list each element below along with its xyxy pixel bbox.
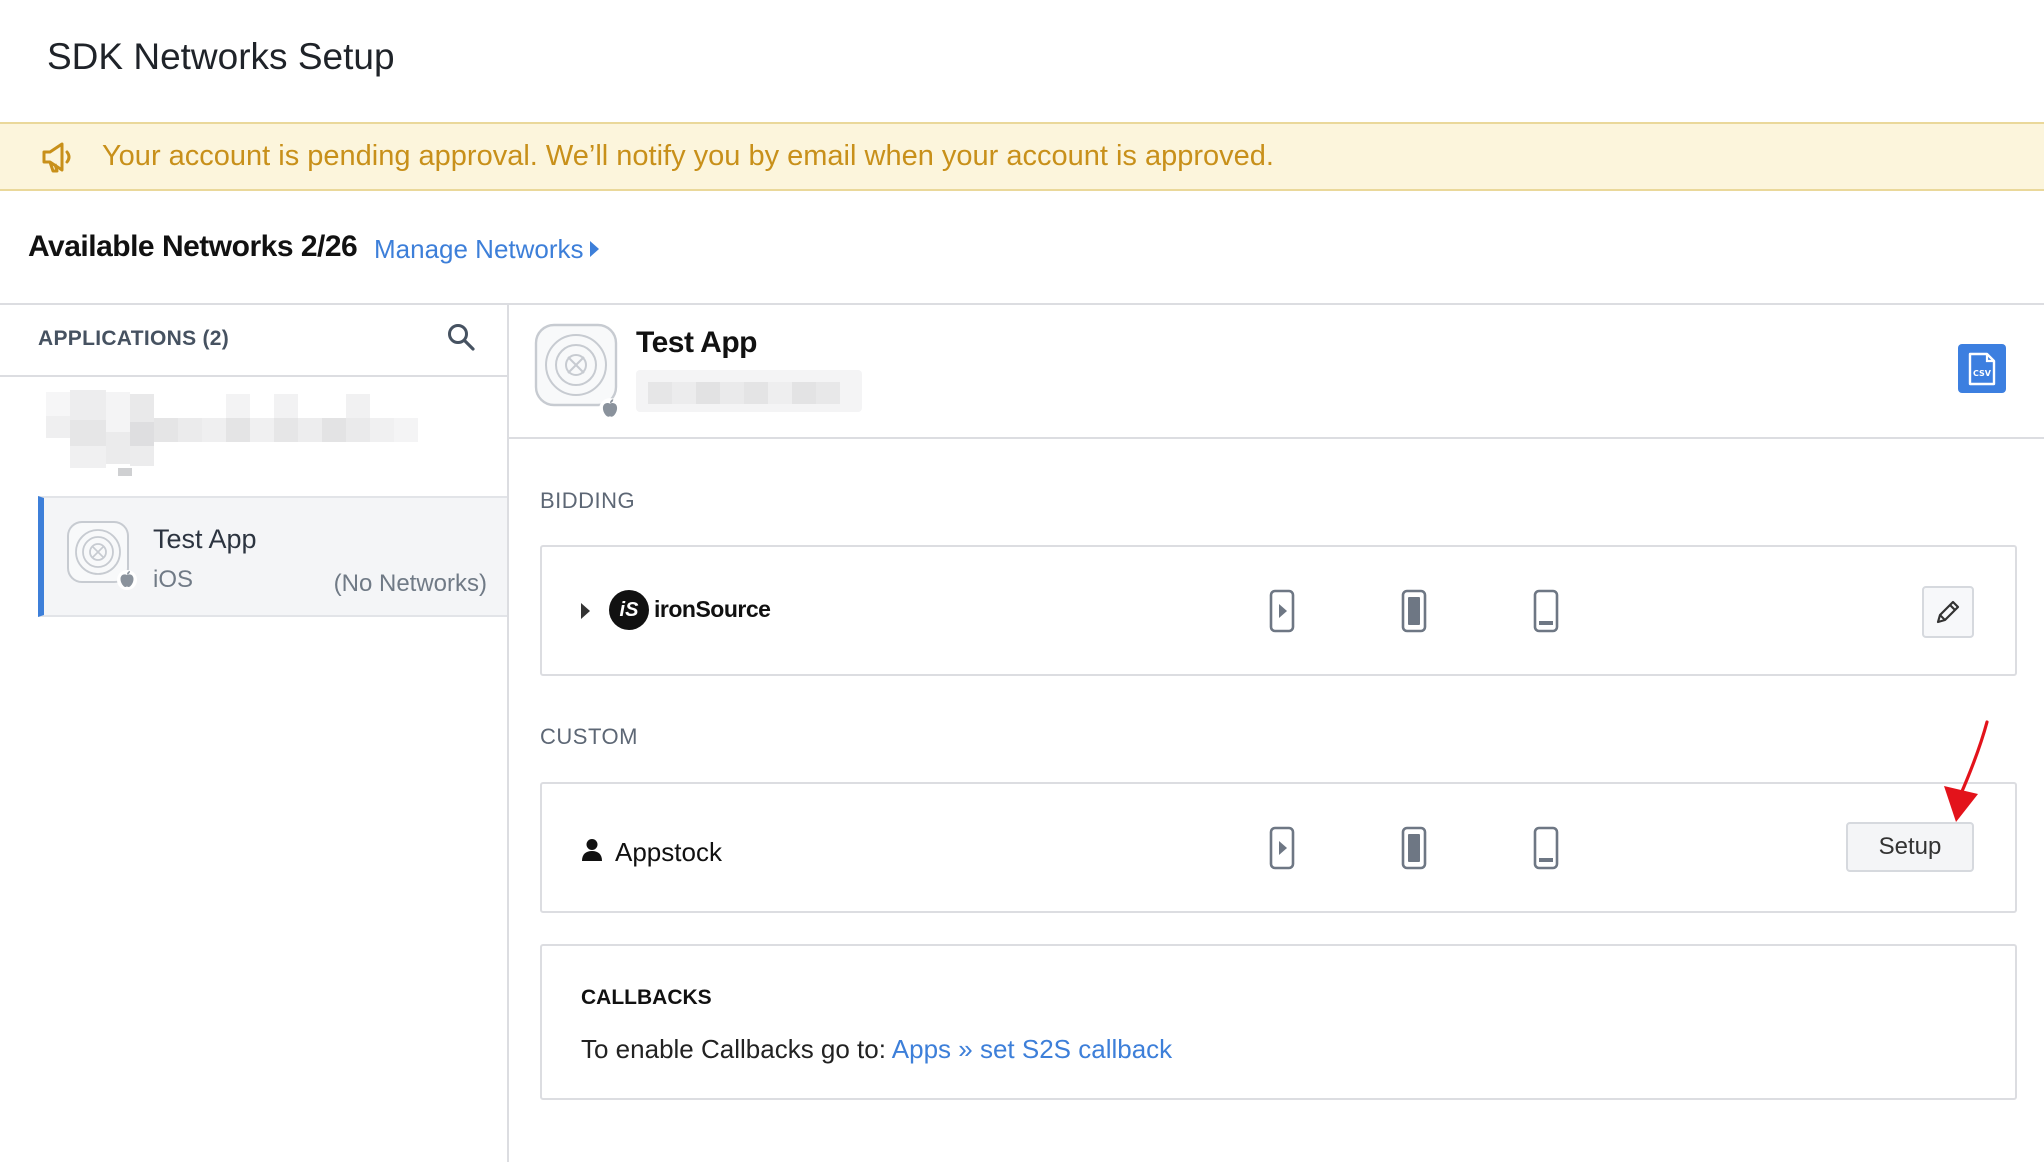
redacted-block <box>226 394 250 418</box>
redacted-block <box>816 382 840 404</box>
pencil-icon <box>1936 600 1960 624</box>
redacted-block <box>322 418 346 442</box>
redacted-block <box>118 468 132 476</box>
manage-networks-link[interactable]: Manage Networks <box>374 234 599 265</box>
redacted-block <box>768 382 792 404</box>
search-icon[interactable] <box>446 322 476 352</box>
app-list-item-test-app[interactable]: Test App iOS (No Networks) <box>38 496 507 617</box>
divider <box>509 437 2044 439</box>
custom-network-name: Appstock <box>615 837 722 867</box>
page-title: SDK Networks Setup <box>47 36 395 77</box>
ironsource-logo: iS <box>609 590 649 630</box>
app-platform: iOS <box>153 566 194 593</box>
redacted-block <box>106 392 130 432</box>
edit-network-button[interactable] <box>1922 586 1974 638</box>
redacted-block <box>346 418 370 442</box>
panel-divider <box>507 305 509 1162</box>
apple-icon <box>599 398 621 420</box>
redacted-block <box>250 418 274 442</box>
redacted-block <box>46 392 70 416</box>
rewarded-video-icon <box>1269 826 1295 870</box>
apple-icon <box>117 570 137 590</box>
available-networks-count: Available Networks 2/26 <box>28 230 358 263</box>
redacted-block <box>672 382 696 404</box>
redacted-block <box>648 382 672 404</box>
redacted-block <box>394 418 418 442</box>
redacted-block <box>226 418 250 442</box>
csv-label: CSV <box>1973 369 1992 378</box>
bidding-network-card: iS ironSource <box>540 545 2017 676</box>
applications-header: APPLICATIONS (2) <box>38 327 230 350</box>
divider <box>0 375 507 377</box>
redacted-block <box>46 416 70 438</box>
redacted-block <box>70 420 106 446</box>
caret-right-icon <box>589 241 599 257</box>
custom-network-card: Appstock Setup <box>540 782 2017 913</box>
redacted-block <box>274 394 298 418</box>
redacted-block <box>346 394 370 418</box>
redacted-block <box>274 418 298 442</box>
callbacks-instructions: To enable Callbacks go to: Apps » set S2… <box>581 1034 1172 1065</box>
redacted-block <box>130 446 154 466</box>
setup-button[interactable]: Setup <box>1846 822 1974 872</box>
callbacks-text: To enable Callbacks go to: <box>581 1034 892 1064</box>
bidding-section-label: BIDDING <box>540 488 636 513</box>
export-csv-button[interactable]: CSV <box>1958 344 2006 393</box>
breadcrumb-separator: » <box>951 1034 980 1064</box>
manage-networks-label: Manage Networks <box>374 234 584 264</box>
interstitial-icon <box>1401 826 1427 870</box>
rewarded-video-icon <box>1269 589 1295 633</box>
redacted-app-item[interactable] <box>46 390 436 480</box>
redacted-block <box>154 418 178 442</box>
selected-app-title: Test App <box>636 326 758 359</box>
redacted-block <box>130 422 154 446</box>
callbacks-card: CALLBACKS To enable Callbacks go to: App… <box>540 944 2017 1100</box>
annotation-arrow-icon <box>1944 720 1989 822</box>
megaphone-icon <box>42 142 71 173</box>
user-icon <box>582 839 602 861</box>
set-s2s-callback-link[interactable]: set S2S callback <box>980 1034 1172 1064</box>
redacted-block <box>720 382 744 404</box>
expand-caret-icon[interactable] <box>581 603 590 619</box>
redacted-block <box>370 418 394 442</box>
redacted-block <box>696 382 720 404</box>
apps-link[interactable]: Apps <box>892 1034 951 1064</box>
redacted-block <box>106 432 130 464</box>
redacted-block <box>202 418 226 442</box>
redacted-app-id <box>636 370 862 412</box>
custom-section-label: CUSTOM <box>540 724 638 749</box>
banner-message: Your account is pending approval. We’ll … <box>102 140 1274 172</box>
pending-approval-banner: Your account is pending approval. We’ll … <box>0 122 2044 191</box>
bidding-network-name: ironSource <box>654 596 771 622</box>
redacted-block <box>298 418 322 442</box>
redacted-block <box>744 382 768 404</box>
app-placeholder-icon <box>534 323 618 407</box>
app-network-status: (No Networks) <box>333 570 487 597</box>
redacted-block <box>792 382 816 404</box>
banner-ad-icon <box>1533 589 1559 633</box>
redacted-block <box>70 390 106 420</box>
redacted-block <box>130 394 154 422</box>
banner-ad-icon <box>1533 826 1559 870</box>
divider <box>0 303 2044 305</box>
app-name: Test App <box>153 524 257 554</box>
callbacks-title: CALLBACKS <box>581 986 712 1009</box>
redacted-block <box>70 446 106 468</box>
interstitial-icon <box>1401 589 1427 633</box>
redacted-block <box>178 418 202 442</box>
csv-file-icon: CSV <box>1968 352 1996 385</box>
